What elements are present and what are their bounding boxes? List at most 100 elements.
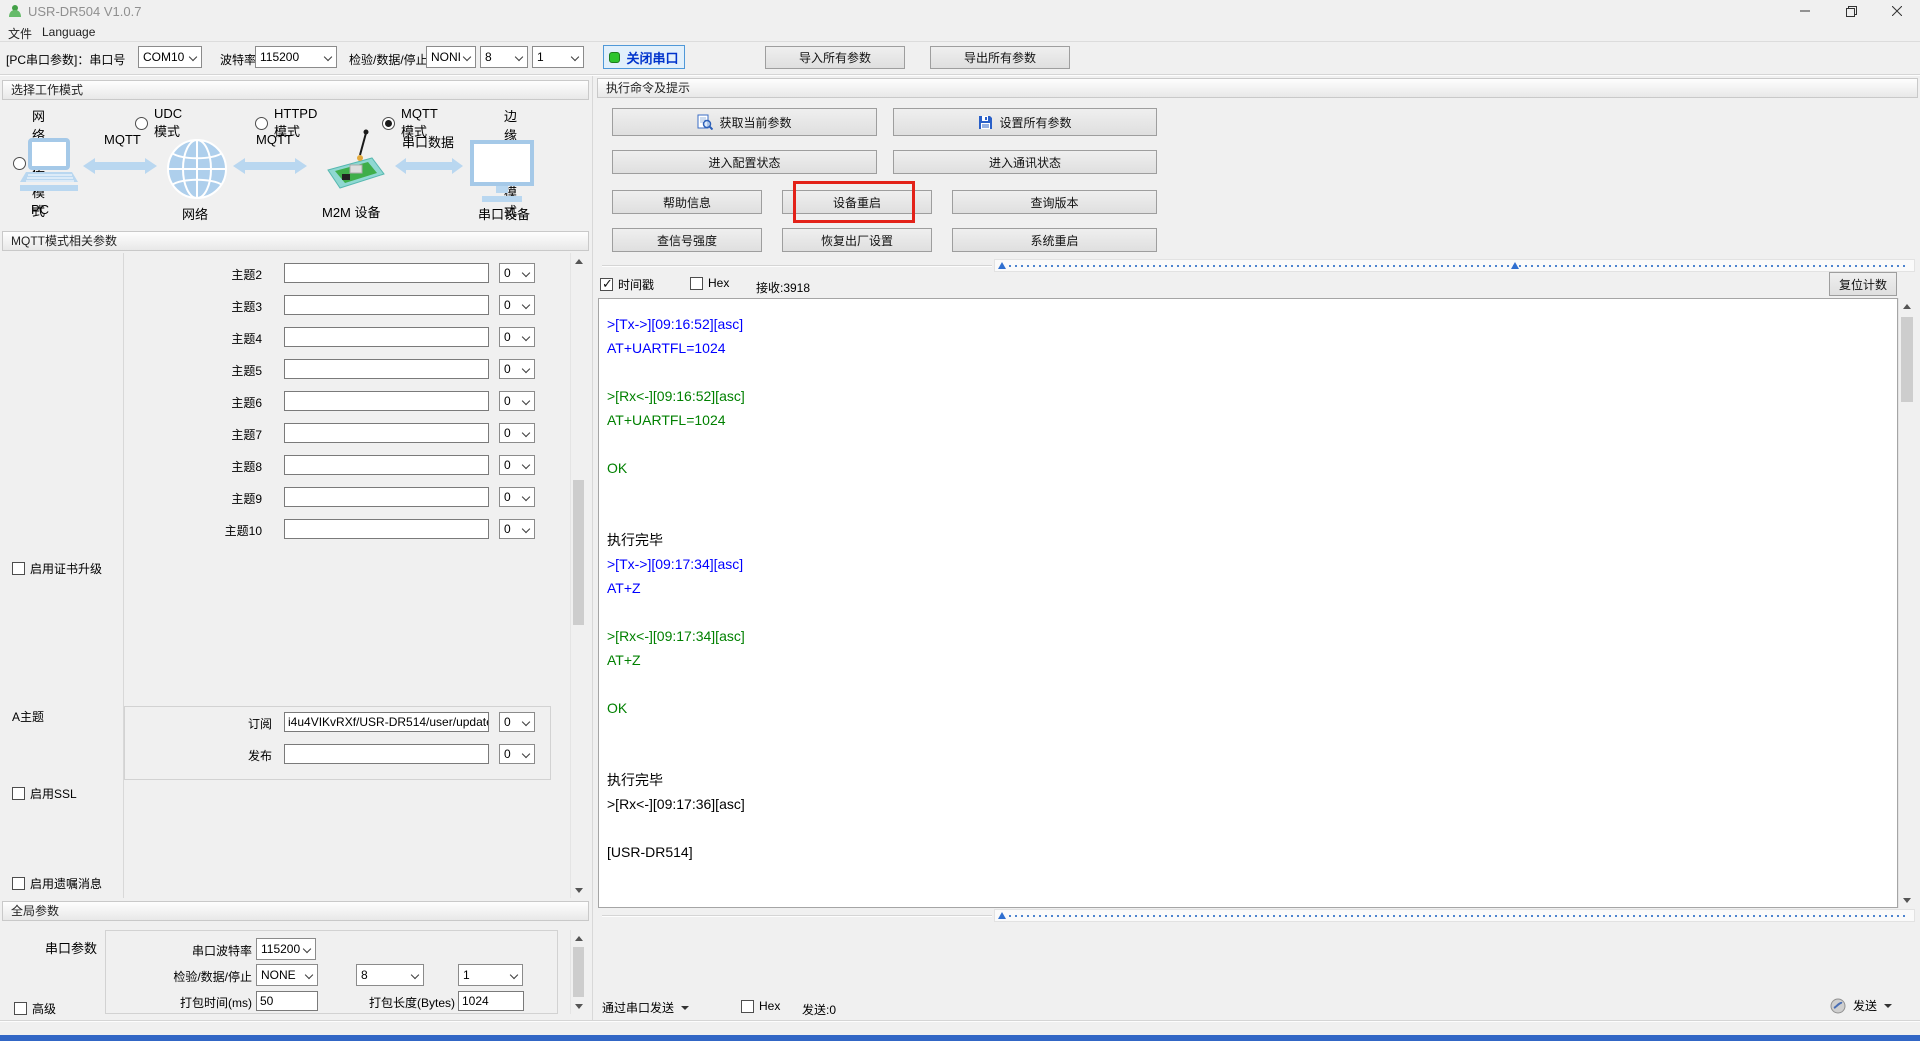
restore-button[interactable] bbox=[1828, 0, 1874, 22]
parity-select[interactable]: NONI bbox=[426, 46, 476, 68]
topic-input[interactable] bbox=[284, 295, 489, 315]
send-hscrollbar[interactable] bbox=[994, 909, 1915, 922]
topic-input[interactable] bbox=[284, 391, 489, 411]
topic-qos-select[interactable]: 0 bbox=[499, 455, 535, 475]
log-output[interactable]: >[Tx->][09:16:52][asc]AT+UARTFL=1024 >[R… bbox=[598, 298, 1898, 908]
advanced-checkbox-row[interactable]: 高级 bbox=[14, 1000, 56, 1017]
topic-input[interactable] bbox=[284, 455, 489, 475]
will-checkbox[interactable] bbox=[12, 877, 25, 890]
serial-device-icon bbox=[470, 140, 534, 204]
cert-upgrade-checkbox[interactable] bbox=[12, 562, 25, 575]
baud-select[interactable]: 115200 bbox=[255, 46, 337, 68]
radio-circle[interactable] bbox=[255, 117, 268, 130]
command-panel-header: 执行命令及提示 bbox=[597, 78, 1918, 98]
com-port-select[interactable]: COM10 bbox=[138, 46, 202, 68]
timestamp-checkbox-row[interactable]: 时间戳 bbox=[600, 276, 654, 293]
global-stopbits-select[interactable]: 1 bbox=[458, 964, 523, 986]
send-hex-checkbox[interactable] bbox=[741, 1000, 754, 1013]
menu-file[interactable]: 文件 bbox=[8, 25, 32, 42]
topic-qos-select[interactable]: 0 bbox=[499, 519, 535, 539]
ssl-checkbox[interactable] bbox=[12, 787, 25, 800]
subscribe-qos-select[interactable]: 0 bbox=[499, 712, 535, 732]
topic-qos-select[interactable]: 0 bbox=[499, 391, 535, 411]
hscroll-thumb-icon[interactable] bbox=[1511, 262, 1519, 269]
device-restart-button[interactable]: 设备重启 bbox=[782, 190, 932, 214]
parity-label: 检验/数据/停止 bbox=[349, 51, 428, 68]
global-databits-select[interactable]: 8 bbox=[356, 964, 424, 986]
topic-input[interactable] bbox=[284, 359, 489, 379]
topic-qos-select[interactable]: 0 bbox=[499, 327, 535, 347]
advanced-checkbox[interactable] bbox=[14, 1002, 27, 1015]
will-checkbox-row[interactable]: 启用遗嘱消息 bbox=[12, 875, 102, 892]
topic-input[interactable] bbox=[284, 327, 489, 347]
timestamp-label: 时间戳 bbox=[618, 276, 654, 293]
send-hex-checkbox-row[interactable]: Hex bbox=[741, 999, 780, 1013]
reset-count-button[interactable]: 复位计数 bbox=[1829, 272, 1897, 296]
log-hscrollbar[interactable] bbox=[994, 259, 1915, 272]
enter-comm-button[interactable]: 进入通讯状态 bbox=[893, 150, 1157, 174]
help-button[interactable]: 帮助信息 bbox=[612, 190, 762, 214]
log-line bbox=[607, 672, 1889, 696]
scrollbar-thumb[interactable] bbox=[1901, 317, 1913, 402]
topic-qos-select[interactable]: 0 bbox=[499, 487, 535, 507]
system-restart-button[interactable]: 系统重启 bbox=[952, 228, 1157, 252]
radio-label: UDC模式 bbox=[154, 106, 182, 140]
recv-hex-checkbox-row[interactable]: Hex bbox=[690, 276, 729, 290]
export-params-button[interactable]: 导出所有参数 bbox=[930, 46, 1070, 69]
packtime-input[interactable]: 50 bbox=[256, 991, 318, 1011]
global-parity-select[interactable]: NONE bbox=[256, 964, 318, 986]
topic-input[interactable] bbox=[284, 423, 489, 443]
close-serial-button[interactable]: 关闭串口 bbox=[603, 45, 685, 69]
query-signal-button[interactable]: 查信号强度 bbox=[612, 228, 762, 252]
scroll-down-icon[interactable] bbox=[571, 998, 586, 1014]
log-vscrollbar[interactable] bbox=[1898, 298, 1915, 908]
scroll-up-icon[interactable] bbox=[1899, 298, 1915, 314]
hscroll-thumb-icon[interactable] bbox=[998, 912, 1006, 919]
send-button[interactable]: 发送 bbox=[1830, 997, 1892, 1014]
cert-upgrade-checkbox-row[interactable]: 启用证书升级 bbox=[12, 560, 102, 577]
topic-input[interactable] bbox=[284, 487, 489, 507]
factory-reset-button[interactable]: 恢复出厂设置 bbox=[782, 228, 932, 252]
scroll-down-icon[interactable] bbox=[1899, 892, 1915, 908]
get-params-button[interactable]: 获取当前参数 bbox=[612, 108, 877, 136]
databits-select[interactable]: 8 bbox=[480, 46, 528, 68]
scroll-down-icon[interactable] bbox=[571, 882, 586, 898]
global-baud-select[interactable]: 115200 bbox=[256, 938, 316, 960]
mqtt-scrollbar[interactable] bbox=[570, 253, 586, 898]
scrollbar-thumb[interactable] bbox=[573, 480, 584, 625]
enter-config-button[interactable]: 进入配置状态 bbox=[612, 150, 877, 174]
scroll-up-icon[interactable] bbox=[571, 253, 586, 269]
topic-qos-select[interactable]: 0 bbox=[499, 359, 535, 379]
recv-hex-checkbox[interactable] bbox=[690, 277, 703, 290]
topic-qos-select[interactable]: 0 bbox=[499, 263, 535, 283]
subscribe-topic-input[interactable]: i4u4VIKvRXf/USR-DR514/user/update bbox=[284, 712, 489, 732]
hscroll-thumb-icon[interactable] bbox=[998, 262, 1006, 269]
send-via-dropdown[interactable]: 通过串口发送 bbox=[602, 999, 689, 1016]
topic-qos-select[interactable]: 0 bbox=[499, 423, 535, 443]
minimize-button[interactable] bbox=[1782, 0, 1828, 22]
scroll-up-icon[interactable] bbox=[571, 930, 586, 946]
chevron-down-icon bbox=[522, 269, 530, 277]
radio-mode-2[interactable]: UDC模式 bbox=[135, 106, 182, 140]
log-line: >[Rx<-][09:17:36][asc] bbox=[607, 792, 1889, 816]
stopbits-select[interactable]: 1 bbox=[532, 46, 584, 68]
publish-qos-select[interactable]: 0 bbox=[499, 744, 535, 764]
send-hex-label: Hex bbox=[759, 999, 780, 1013]
global-scrollbar[interactable] bbox=[570, 930, 586, 1014]
topic-input[interactable] bbox=[284, 263, 489, 283]
scrollbar-thumb[interactable] bbox=[573, 947, 584, 997]
close-button[interactable] bbox=[1874, 0, 1920, 22]
publish-topic-input[interactable] bbox=[284, 744, 489, 764]
timestamp-checkbox[interactable] bbox=[600, 278, 613, 291]
menu-language[interactable]: Language bbox=[42, 25, 95, 39]
packlen-input[interactable]: 1024 bbox=[458, 991, 524, 1011]
import-params-button[interactable]: 导入所有参数 bbox=[765, 46, 905, 69]
query-version-button[interactable]: 查询版本 bbox=[952, 190, 1157, 214]
radio-circle[interactable] bbox=[135, 117, 148, 130]
ssl-checkbox-row[interactable]: 启用SSL bbox=[12, 785, 77, 802]
topic-row: 主题70 bbox=[0, 423, 560, 443]
topic-qos-select[interactable]: 0 bbox=[499, 295, 535, 315]
topic-input[interactable] bbox=[284, 519, 489, 539]
set-params-button[interactable]: 设置所有参数 bbox=[893, 108, 1157, 136]
diagram-link1-label: MQTT bbox=[104, 132, 141, 147]
